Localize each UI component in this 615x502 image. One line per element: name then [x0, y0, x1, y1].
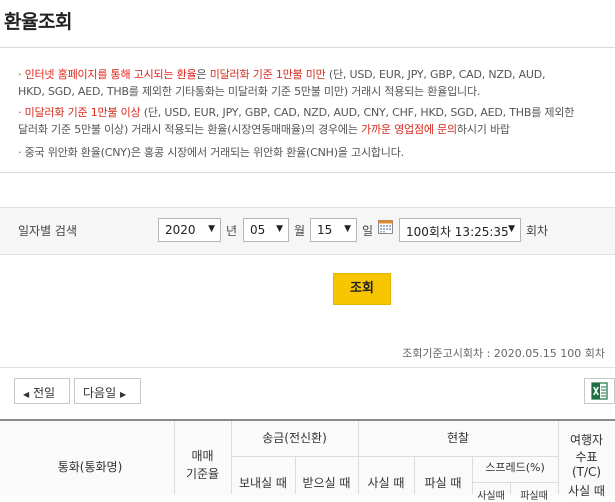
th-tc-line2: 수표	[575, 450, 598, 464]
calendar-icon[interactable]	[378, 219, 393, 234]
notice-line-5: · 중국 위안화 환율(CNY)은 홍콩 시장에서 거래되는 위안화 환율(CN…	[18, 146, 404, 159]
th-cash-sell: 파실 때	[424, 476, 462, 490]
th-spread-buy: 사실때	[477, 491, 505, 502]
notice-line-1: · 인터넷 홈페이지를 통해 고시되는 환율은 미달러화 기준 1만불 미만 (…	[18, 68, 546, 81]
th-tc-line3: (T/C)	[571, 465, 602, 479]
notice-line-3: · 미달러화 기준 1만불 이상 (단, USD, EUR, JPY, GBP,…	[18, 106, 575, 119]
th-base-rate-line1: 매매	[191, 449, 214, 463]
search-label: 일자별 검색	[18, 224, 78, 238]
th-base-rate-line2: 기준율	[185, 467, 220, 481]
next-day-button[interactable]: 다음일 ▶	[74, 378, 141, 404]
year-select[interactable]: 2020 ▼	[158, 218, 221, 242]
notice-highlight: 가까운 영업점에 문의	[361, 123, 457, 136]
day-select[interactable]: 15 ▼	[310, 218, 357, 242]
chevron-down-icon: ▼	[208, 224, 215, 234]
th-remit-send: 보내실 때	[239, 476, 287, 490]
day-unit: 일	[362, 224, 374, 238]
triangle-right-icon: ▶	[119, 390, 127, 399]
th-remittance: 송금(전신환)	[262, 431, 327, 445]
chevron-down-icon: ▼	[276, 224, 283, 234]
th-cash: 현찰	[446, 431, 470, 445]
date-search-bar	[0, 207, 615, 255]
notice-line-2: HKD, SGD, AED, THB를 제외한 기타통화는 미달러화 기준 5만…	[18, 85, 481, 98]
notice-box: · 인터넷 홈페이지를 통해 고시되는 환율은 미달러화 기준 1만불 미만 (…	[0, 47, 615, 173]
round-unit: 회차	[526, 224, 549, 238]
th-currency: 통화(통화명)	[57, 460, 123, 474]
search-button[interactable]: 조회	[333, 273, 391, 305]
month-unit: 월	[294, 224, 306, 238]
chevron-down-icon: ▼	[344, 224, 351, 234]
year-unit: 년	[226, 224, 238, 238]
triangle-left-icon: ◀	[23, 390, 30, 399]
month-select[interactable]: 05 ▼	[243, 218, 289, 242]
th-remit-receive: 받으실 때	[302, 476, 351, 490]
th-tc-line1: 여행자	[569, 433, 604, 447]
reference-round-text: 조회기준고시회차 : 2020.05.15 100 회차	[402, 347, 605, 360]
th-spread: 스프레드(%)	[485, 461, 545, 474]
th-cash-buy: 사실 때	[367, 476, 405, 490]
round-select[interactable]: 100회차 13:25:35 ▼	[399, 218, 521, 242]
excel-icon	[591, 382, 608, 400]
notice-highlight: 인터넷 홈페이지를 통해 고시되는 환율	[24, 68, 197, 81]
excel-download-button[interactable]	[584, 378, 615, 404]
th-tc-line4: 사실 때	[568, 484, 605, 498]
page-title: 환율조회	[4, 11, 72, 33]
th-spread-sell: 파실때	[520, 491, 548, 502]
chevron-down-icon: ▼	[508, 224, 515, 234]
notice-line-4: 달러화 기준 5만불 이상) 거래시 적용되는 환율(시장연동매매율)의 경우에…	[18, 123, 510, 136]
notice-highlight: 미달러화 기준 1만불 이상	[24, 106, 141, 119]
prev-day-button[interactable]: ◀ 전일	[14, 378, 70, 404]
notice-highlight: 미달러화 기준 1만불 미만	[209, 68, 326, 81]
